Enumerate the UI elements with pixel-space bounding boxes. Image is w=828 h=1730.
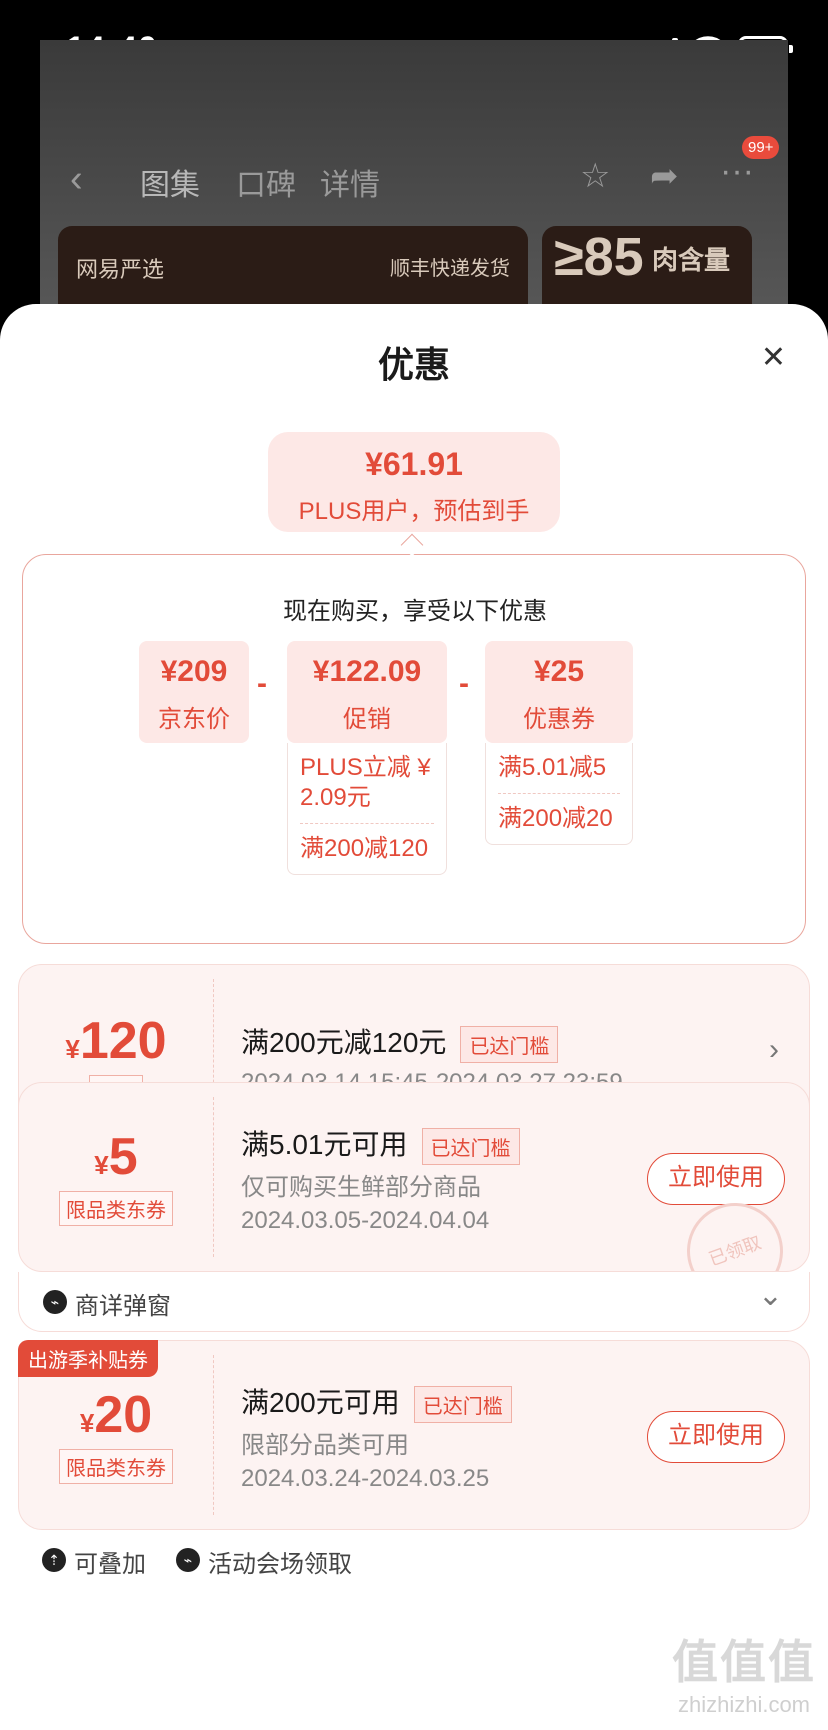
promo-box: ¥122.09 促销 [287,641,447,743]
back-icon[interactable]: ‹ [70,158,83,201]
notification-badge: 99+ [742,136,780,159]
star-icon[interactable]: ☆ [580,156,610,196]
offer-date: 2024.03.05-2024.04.04 [241,1207,490,1234]
use-now-button[interactable]: 立即使用 [647,1153,785,1205]
offer-amount: ¥5 [94,1128,138,1186]
tab-gallery[interactable]: 图集 [140,160,200,204]
popup-icon: ⌁ [43,1290,67,1314]
stack-icon: ⇡ [42,1548,66,1572]
product-nav: ‹ 图集 口碑 详情 ☆ ➦ ··· 99+ [40,136,788,210]
promo-name: 促销 [343,706,391,733]
threshold-reached-badge: 已达门槛 [421,1128,520,1166]
venue-icon: ⌁ [176,1548,200,1572]
use-now-button[interactable]: 立即使用 [647,1411,785,1463]
promo-detail-threshold: 满200减120 [300,835,429,862]
footer-source: 商详弹窗 [75,1293,171,1320]
coupon-details: 满5.01减5 满200减20 [485,743,633,845]
minus-sign: - [257,667,267,700]
tab-reviews[interactable]: 口碑 [236,160,296,204]
offer-amount: ¥20 [79,1386,153,1444]
base-price-name: 京东价 [158,706,230,733]
banner-percent: ≥85 [554,227,644,287]
estimated-price: ¥61.91 [365,446,463,482]
threshold-reached-badge: 已达门槛 [413,1386,512,1424]
coupon-detail-2: 满200减20 [498,805,613,832]
promo-details: PLUS立减 ¥ 2.09元 满200减120 [287,743,447,875]
breakdown-heading: 现在购买，享受以下优惠 [283,598,547,625]
tab-details[interactable]: 详情 [320,160,380,204]
pointer-arrow [400,533,424,557]
coupon-box: ¥25 优惠券 [485,641,633,743]
offer-amount: ¥120 [65,1012,167,1070]
sheet-title: 优惠 [377,344,450,385]
banner-shipping: 顺丰快递发货 [390,258,510,280]
offer-title: 满200元减120元 已达门槛 [241,1021,559,1064]
estimated-label: PLUS用户，预估到手 [298,498,530,525]
chevron-down-icon[interactable]: ⌄ [758,1278,783,1313]
offer-footer[interactable]: ⌁ 商详弹窗 ⌄ [18,1272,810,1332]
footer-venue: 活动会场领取 [208,1551,352,1578]
offer-date: 2024.03.24-2024.03.25 [241,1465,490,1492]
background-product-page: ‹ 图集 口碑 详情 ☆ ➦ ··· 99+ 网易严选 顺丰快递发货 ≥85 肉… [40,40,788,340]
offer-amount-block: ¥5 限品类东券 [19,1083,213,1271]
offer-type-tag: 限品类东券 [59,1449,173,1484]
promo-ribbon: 出游季补贴券 [18,1340,158,1377]
offer-footer: ⇡ 可叠加 ⌁ 活动会场领取 [18,1530,810,1586]
offer-card-coupon-5: ¥5 限品类东券 满5.01元可用 已达门槛 仅可购买生鲜部分商品 2024.03… [18,1082,810,1272]
offer-title: 满5.01元可用 已达门槛 [241,1123,520,1166]
estimated-price-pill: ¥61.91 PLUS用户，预估到手 [268,432,560,532]
footer-stackable: 可叠加 [74,1551,146,1578]
chevron-right-icon[interactable]: › [769,1033,779,1067]
coupon-value: ¥25 [533,655,585,688]
base-price-box: ¥209 京东价 [139,641,249,743]
share-icon[interactable]: ➦ [650,156,679,196]
banner-brand: 网易严选 [76,257,165,282]
watermark: 值值值 zhizhizhi.com [672,1626,816,1718]
banner-meat-label: 肉含量 [652,245,731,275]
promo-detail-plus: PLUS立减 ¥ 2.09元 [300,754,431,811]
discount-sheet: 优惠 ✕ ¥61.91 PLUS用户，预估到手 现在购买，享受以下优惠 ¥209… [0,304,828,1730]
watermark-url: zhizhizhi.com [677,1692,811,1717]
close-icon[interactable]: ✕ [761,340,786,375]
offer-description: 限部分品类可用 [241,1432,409,1459]
base-price-value: ¥209 [160,655,228,688]
coupon-name: 优惠券 [523,706,595,733]
promo-value: ¥122.09 [312,655,422,688]
minus-sign: - [459,667,469,700]
watermark-logo: 值值值 [672,1636,816,1688]
threshold-reached-badge: 已达门槛 [460,1026,559,1064]
offer-title: 满200元可用 已达门槛 [241,1381,512,1424]
offer-type-tag: 限品类东券 [59,1191,173,1226]
coupon-detail-1: 满5.01减5 [498,754,607,781]
price-breakdown: 现在购买，享受以下优惠 ¥209 京东价 - ¥122.09 促销 PLUS立减… [22,554,806,944]
offer-description: 仅可购买生鲜部分商品 [241,1174,481,1201]
